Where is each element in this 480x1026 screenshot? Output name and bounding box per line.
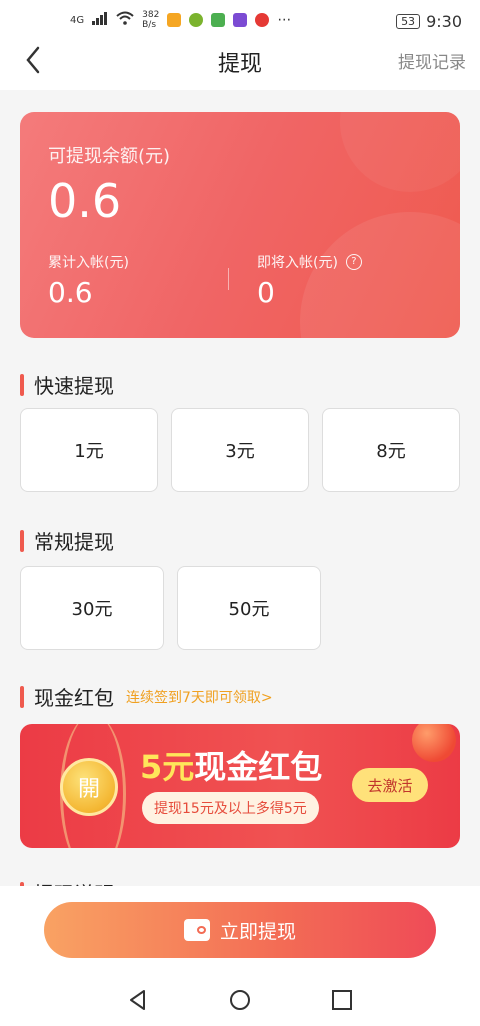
regular-title: 常规提现 [34, 530, 114, 554]
pending-value: 0 [257, 276, 275, 309]
wechat-icon [189, 13, 204, 27]
app1-icon [167, 13, 182, 27]
network-label: 4G [70, 14, 85, 26]
cumulative-label: 累计入帐(元) [48, 255, 129, 271]
red-packet-amount: 5元 [140, 748, 195, 786]
status-right: 53 9:30 [396, 12, 462, 31]
card-decoration [300, 212, 460, 338]
app3-icon [211, 13, 226, 27]
net-speed: 382 B/s [142, 10, 160, 30]
section-bar [20, 529, 24, 552]
sign-in-hint-link[interactable]: 连续签到7天即可领取> [126, 687, 273, 707]
red-packet-subtitle: 提现15元及以上多得5元 [142, 792, 319, 824]
battery-icon: 53 [396, 14, 421, 29]
balance-label: 可提现余额(元) [48, 146, 171, 167]
status-left: 4G 382 B/s ⋯ [70, 10, 291, 30]
regular-section-title: 常规提现 [20, 526, 114, 555]
pending-label: 即将入帐(元) [257, 255, 338, 271]
card-divider [228, 268, 229, 290]
card-decoration-2 [340, 112, 460, 192]
withdraw-now-button[interactable]: 立即提现 [44, 902, 436, 958]
open-coin-icon: 開 [60, 758, 118, 816]
red-packet-headline-text: 现金红包 [194, 748, 323, 786]
quick-option-1[interactable]: 1元 [20, 408, 158, 492]
bottom-action-area: 立即提现 [0, 886, 480, 974]
home-nav-icon[interactable] [228, 988, 252, 1012]
section-bar [20, 685, 24, 708]
red-packet-decoration-icon [405, 724, 460, 769]
balance-card: 可提现余额(元) 0.6 累计入帐(元) 0.6 即将入帐(元) ? 0 [20, 112, 460, 338]
regular-option-30[interactable]: 30元 [20, 566, 164, 650]
recent-apps-nav-icon[interactable] [330, 988, 354, 1012]
app4-icon [233, 13, 248, 27]
withdraw-record-link[interactable]: 提现记录 [398, 48, 466, 73]
quick-option-8[interactable]: 8元 [322, 408, 460, 492]
back-nav-icon[interactable] [126, 988, 150, 1012]
header: 提现 提现记录 [0, 38, 480, 90]
clock: 9:30 [426, 12, 462, 31]
wallet-icon [183, 919, 210, 941]
cash-packet-section-title: 现金红包 连续签到7天即可领取> [20, 682, 273, 711]
red-packet-headline: 5元现金红包 [140, 742, 322, 788]
wifi-icon [116, 11, 134, 29]
pending-label-group: 即将入帐(元) ? [257, 252, 362, 272]
quick-section-title: 快速提现 [20, 370, 114, 399]
quick-option-3[interactable]: 3元 [171, 408, 309, 492]
cumulative-value: 0.6 [48, 276, 93, 309]
activate-button[interactable]: 去激活 [352, 768, 428, 802]
balance-amount: 0.6 [48, 174, 122, 228]
section-bar [20, 373, 24, 396]
more-icon: ⋯ [277, 12, 292, 28]
withdraw-now-label: 立即提现 [219, 920, 296, 943]
quick-title: 快速提现 [34, 374, 114, 398]
system-nav-bar [0, 974, 480, 1026]
status-bar: 4G 382 B/s ⋯ 53 9:30 [0, 0, 480, 38]
regular-option-50[interactable]: 50元 [177, 566, 321, 650]
app5-icon [255, 13, 270, 27]
signal-icon [92, 11, 108, 29]
cash-packet-title: 现金红包 [34, 686, 114, 710]
help-icon[interactable]: ? [345, 254, 362, 270]
cash-red-packet-banner[interactable]: 開 5元现金红包 提现15元及以上多得5元 去激活 [20, 724, 460, 848]
